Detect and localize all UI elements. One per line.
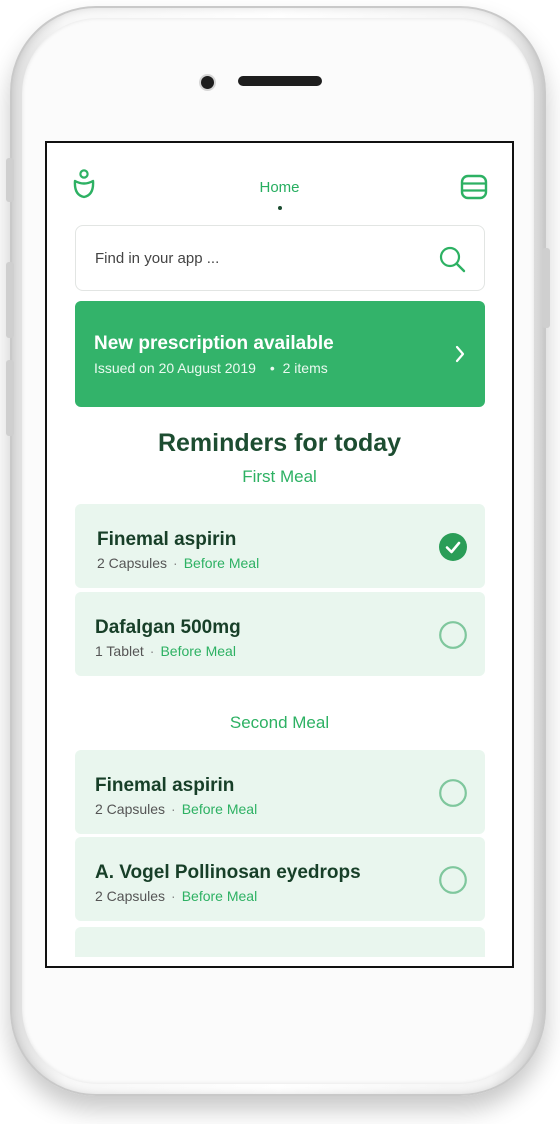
- new-prescription-banner[interactable]: New prescription available Issued on 20 …: [75, 301, 485, 407]
- medication-dose: 2 Capsules: [97, 555, 168, 571]
- medication-detail: 1 Tablet · Before Meal: [95, 643, 236, 659]
- app-header: Home: [47, 143, 512, 223]
- medication-name: Finemal aspirin: [97, 529, 237, 550]
- medication-dose: 2 Capsules: [95, 801, 166, 817]
- unchecked-circle-icon[interactable]: [439, 779, 467, 812]
- medication-detail: 2 Capsules · Before Meal: [97, 555, 259, 571]
- front-camera: [199, 74, 216, 91]
- unchecked-circle-icon[interactable]: [439, 621, 467, 654]
- medication-timing: Before Meal: [160, 643, 236, 659]
- meal-label-second: Second Meal: [229, 713, 330, 732]
- search-bar[interactable]: Find in your app ...: [75, 225, 485, 291]
- reminder-item[interactable]: Finemal aspirin 2 Capsules · Before Meal: [75, 750, 485, 834]
- reminder-item-partial[interactable]: [75, 927, 485, 957]
- unchecked-circle-icon[interactable]: [439, 866, 467, 899]
- reminder-item[interactable]: Finemal aspirin 2 Capsules · Before Meal: [75, 504, 485, 588]
- medication-timing: Before Meal: [183, 555, 260, 571]
- reminders-title: Reminders for today: [157, 429, 402, 457]
- detail-separator: ·: [149, 643, 155, 659]
- earpiece-speaker: [238, 76, 322, 86]
- volume-down-button: [6, 360, 14, 436]
- page-title[interactable]: Home: [47, 179, 512, 196]
- detail-separator: ·: [171, 801, 176, 817]
- banner-title: New prescription available: [94, 333, 334, 354]
- medication-detail: 2 Capsules · Before Meal: [95, 801, 257, 817]
- power-button: [542, 248, 550, 328]
- medication-dose: 1 Tablet: [95, 643, 144, 659]
- meal-label-first: First Meal: [242, 467, 317, 486]
- medication-name: Finemal aspirin: [95, 775, 235, 796]
- detail-separator: ·: [171, 888, 176, 904]
- medication-timing: Before Meal: [181, 801, 258, 817]
- banner-subtitle: Issued on 20 August 2019 • 2 items: [94, 360, 328, 376]
- banner-item-count: 2 items: [282, 360, 328, 376]
- volume-up-button: [6, 262, 14, 338]
- reminder-item[interactable]: Dafalgan 500mg 1 Tablet · Before Meal: [75, 592, 485, 676]
- medication-name: A. Vogel Pollinosan eyedrops: [95, 862, 361, 883]
- search-icon[interactable]: [438, 245, 466, 278]
- banner-issued-date: Issued on 20 August 2019: [94, 360, 256, 376]
- checked-circle-icon[interactable]: [439, 533, 467, 566]
- mute-switch: [6, 158, 14, 202]
- chevron-right-icon: [455, 345, 465, 368]
- stack-icon[interactable]: [460, 174, 488, 205]
- app-screen: Home Find in your app ... New prescripti…: [45, 141, 514, 968]
- medication-detail: 2 Capsules · Before Meal: [95, 888, 257, 904]
- reminder-item[interactable]: A. Vogel Pollinosan eyedrops 2 Capsules ·…: [75, 837, 485, 921]
- medication-name: Dafalgan 500mg: [95, 617, 241, 638]
- active-tab-indicator: [278, 206, 282, 210]
- medication-timing: Before Meal: [181, 888, 258, 904]
- detail-separator: ·: [173, 555, 178, 571]
- search-input[interactable]: Find in your app ...: [95, 250, 219, 267]
- medication-dose: 2 Capsules: [95, 888, 166, 904]
- banner-separator: •: [269, 360, 275, 376]
